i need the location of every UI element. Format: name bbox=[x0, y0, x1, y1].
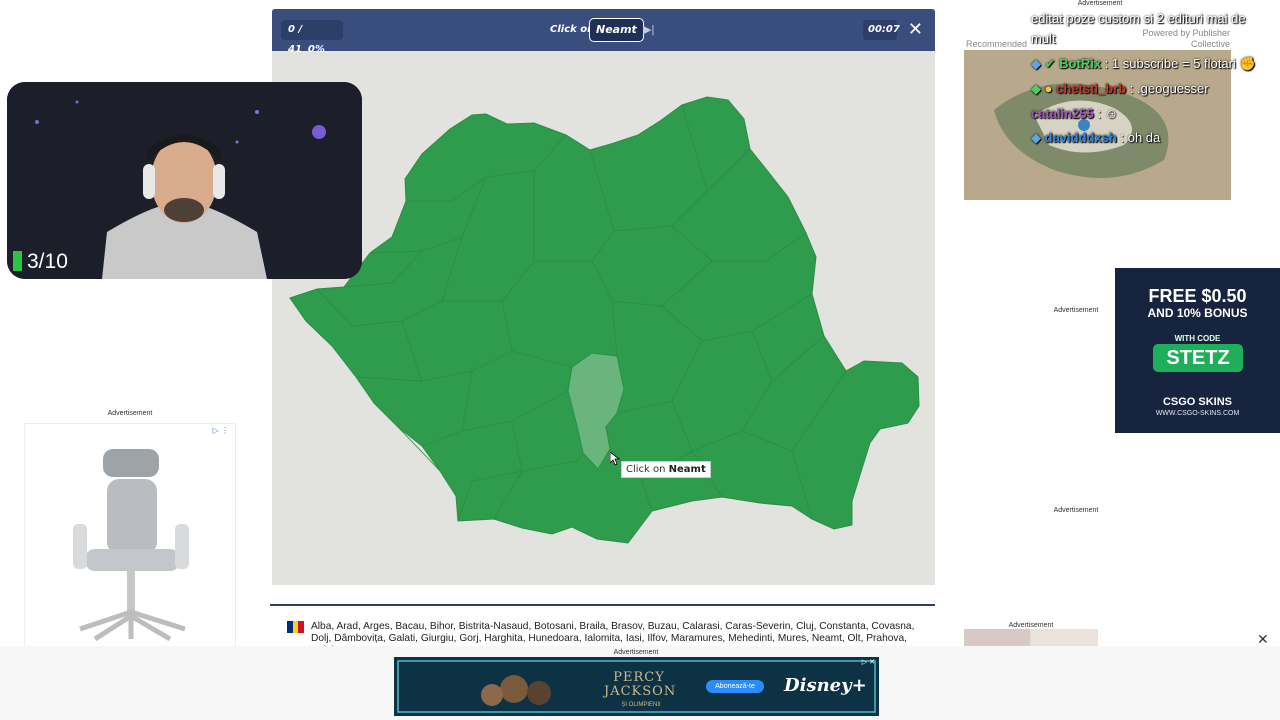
banner-title: PERCY JACKSON bbox=[604, 670, 677, 699]
webcam-overlay: 3/10 bbox=[7, 82, 362, 279]
emote-icon: ☺ bbox=[1104, 106, 1119, 121]
list-divider bbox=[270, 604, 935, 606]
ad-label: Advertisement bbox=[1077, 0, 1123, 7]
counter-value: 3/10 bbox=[27, 250, 68, 273]
flag-stripe-red bbox=[298, 621, 305, 633]
disney-plus-logo: Disney+ bbox=[784, 675, 867, 696]
csgo-skins-advertisement[interactable]: FREE $0.50 AND 10% BONUS WITH CODE STETZ… bbox=[1115, 268, 1280, 433]
close-ad-icon[interactable]: ✕ bbox=[1257, 631, 1269, 648]
counter-bar-icon bbox=[13, 251, 22, 271]
close-icon[interactable]: ✕ bbox=[908, 19, 923, 39]
prompt-label: Click on bbox=[550, 24, 595, 35]
ad-label: Advertisement bbox=[1053, 307, 1099, 314]
chat-username: BotRix bbox=[1059, 56, 1102, 71]
tooltip-target: Neamt bbox=[668, 464, 706, 475]
small-advertisement[interactable] bbox=[964, 629, 1098, 647]
ad-label: Advertisement bbox=[613, 649, 659, 656]
map-tooltip: Click on Neamt bbox=[621, 461, 711, 478]
chat-username: davidddxsh bbox=[1044, 130, 1117, 145]
ad-choices-icon[interactable]: ▷ ✕ bbox=[862, 658, 875, 666]
chat-text: : 1 subscribe = 5 flotari bbox=[1104, 56, 1236, 71]
csgo-ad-url: WWW.CSGO-SKINS.COM bbox=[1155, 410, 1240, 417]
chat-text: : oh da bbox=[1120, 130, 1161, 145]
video-ad-image bbox=[964, 50, 1231, 200]
map-counties[interactable] bbox=[289, 96, 920, 544]
ad-label: Advertisement bbox=[1008, 622, 1054, 629]
platform-icon: ◆ bbox=[1031, 130, 1041, 145]
subscribe-button[interactable]: Abonează-te bbox=[706, 680, 764, 693]
skip-icon[interactable]: ▶| bbox=[643, 23, 654, 36]
ad-label: Advertisement bbox=[1053, 507, 1099, 514]
romania-map[interactable] bbox=[272, 51, 935, 585]
csgo-ad-headline: FREE $0.50 bbox=[1148, 286, 1247, 306]
banner-subtitle: ȘI OLIMPIENII bbox=[621, 702, 661, 708]
chat-username: catalin255 bbox=[1031, 106, 1094, 121]
csgo-ad-code: STETZ bbox=[1153, 344, 1243, 372]
timer: 00:07 bbox=[863, 20, 900, 40]
csgo-ad-brand: CSGO SKINS bbox=[1162, 396, 1233, 408]
csgo-ad-code-label: WITH CODE bbox=[1174, 334, 1221, 343]
chat-message: ◆ ● chetsti_brb : .geoguesser bbox=[1031, 81, 1209, 97]
quiz-header: 0 / 41 0% Click on Neamt ▶| 00:07 ✕ bbox=[272, 9, 935, 55]
progress-indicator: 0 / 41 0% bbox=[281, 20, 343, 55]
chair-advertisement[interactable]: ▷ ⋮ bbox=[24, 423, 236, 648]
subscriber-counter: 3/10 bbox=[13, 250, 68, 274]
powered-by-label: Powered by Publisher Collective bbox=[1142, 28, 1230, 49]
small-ad-image bbox=[964, 629, 1098, 647]
disney-plus-banner-ad[interactable]: PERCY JACKSON ȘI OLIMPIENII Abonează-te … bbox=[394, 657, 879, 716]
sub-badge-icon: ● bbox=[1044, 81, 1053, 96]
romania-flag-icon bbox=[287, 621, 305, 633]
verified-icon: ✔ bbox=[1044, 56, 1056, 71]
flex-emoji-icon: ✊ bbox=[1239, 56, 1256, 71]
recommended-label: Recommended bbox=[966, 39, 1028, 49]
country-shape[interactable] bbox=[289, 96, 920, 544]
target-region-chip: Neamt bbox=[589, 18, 644, 42]
chat-message: catalin255 : ☺ bbox=[1031, 106, 1118, 121]
csgo-ad-bonus: AND 10% BONUS bbox=[1147, 306, 1248, 320]
ad-choices-icon[interactable]: ▷ ⋮ bbox=[213, 426, 229, 435]
badge-icon: ◆ bbox=[1031, 81, 1041, 96]
chat-message: ◆ davidddxsh : oh da bbox=[1031, 130, 1160, 146]
chat-text: : .geoguesser bbox=[1129, 81, 1209, 96]
quiz-panel: 0 / 41 0% Click on Neamt ▶| 00:07 ✕ Clic… bbox=[272, 9, 935, 585]
mouse-cursor-icon bbox=[610, 452, 620, 466]
chat-wrapped-text: mult bbox=[1031, 31, 1056, 46]
chat-text: : bbox=[1097, 106, 1102, 121]
chat-wrapped-text: editat poze custom si 2 edituri mai de bbox=[1031, 11, 1246, 26]
platform-icon: ◆ bbox=[1031, 56, 1041, 71]
chat-username: chetsti_brb bbox=[1056, 81, 1127, 96]
ad-label: Advertisement bbox=[107, 410, 153, 417]
video-advertisement[interactable] bbox=[964, 50, 1231, 200]
banner-title-text: PERCY JACKSON bbox=[604, 670, 677, 699]
chat-message: ◆ ✔ BotRix : 1 subscribe = 5 flotari ✊ bbox=[1031, 56, 1256, 72]
office-chair-image bbox=[73, 449, 189, 642]
tooltip-prefix: Click on bbox=[626, 464, 666, 475]
